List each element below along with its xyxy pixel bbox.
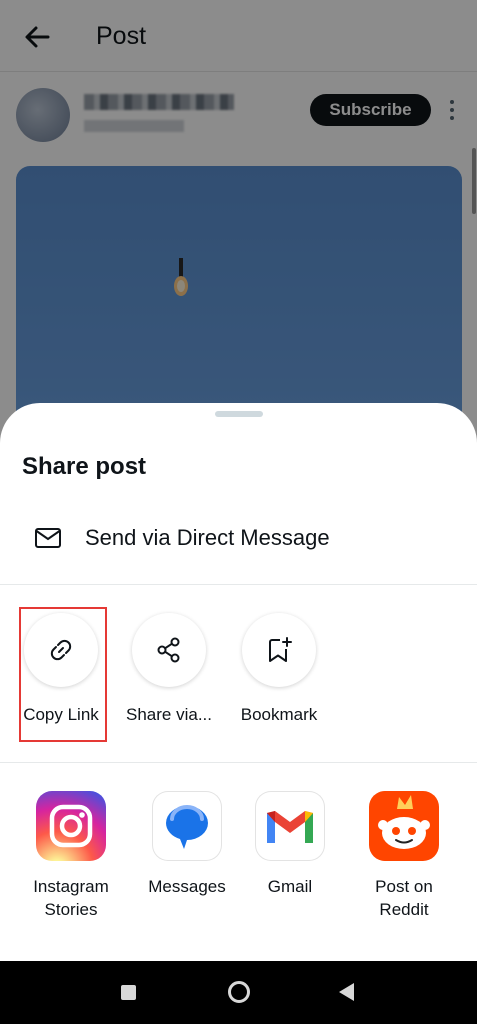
app-label-line1: Instagram — [33, 877, 109, 896]
share-via-circle[interactable] — [132, 613, 206, 687]
app-gmail[interactable]: Gmail — [230, 791, 350, 931]
app-instagram-stories[interactable]: Instagram Stories — [11, 791, 131, 931]
send-via-dm-option[interactable]: Send via Direct Message — [0, 513, 477, 563]
app-label: Gmail — [230, 875, 350, 898]
home-button[interactable] — [228, 981, 250, 1003]
messages-icon[interactable] — [152, 791, 222, 861]
system-back-button[interactable] — [339, 983, 354, 1001]
share-via-label: Share via... — [126, 705, 212, 724]
app-label: Post on Reddit — [344, 875, 464, 921]
envelope-icon — [35, 528, 61, 548]
share-sheet: Share post Send via Direct Message Copy … — [0, 403, 477, 961]
app-label: Instagram Stories — [11, 875, 131, 921]
share-via-button[interactable]: Share via... — [114, 613, 224, 724]
bookmark-add-icon — [269, 637, 292, 662]
app-label-line2: Reddit — [379, 900, 429, 919]
sheet-drag-handle[interactable] — [215, 411, 263, 417]
instagram-icon[interactable] — [36, 791, 106, 861]
sheet-title: Share post — [22, 453, 147, 480]
app-label: Messages — [127, 875, 247, 898]
divider — [0, 584, 477, 585]
copy-link-highlight-box — [19, 607, 107, 742]
reddit-icon[interactable] — [369, 791, 439, 861]
app-reddit[interactable]: Post on Reddit — [344, 791, 464, 931]
bookmark-label: Bookmark — [240, 705, 318, 724]
bookmark-circle[interactable] — [242, 613, 316, 687]
divider — [0, 762, 477, 763]
share-icon — [157, 637, 180, 663]
gmail-icon[interactable] — [255, 791, 325, 861]
app-messages[interactable]: Messages — [127, 791, 247, 931]
app-label-line1: Post on — [375, 877, 433, 896]
android-nav-bar — [0, 961, 477, 1024]
bookmark-button[interactable]: Bookmark — [224, 613, 334, 724]
recents-button[interactable] — [121, 985, 136, 1000]
dm-label: Send via Direct Message — [85, 525, 330, 550]
app-label-line1: Messages — [148, 877, 226, 896]
app-label-line2: Stories — [44, 900, 98, 919]
app-label-line1: Gmail — [267, 877, 313, 896]
